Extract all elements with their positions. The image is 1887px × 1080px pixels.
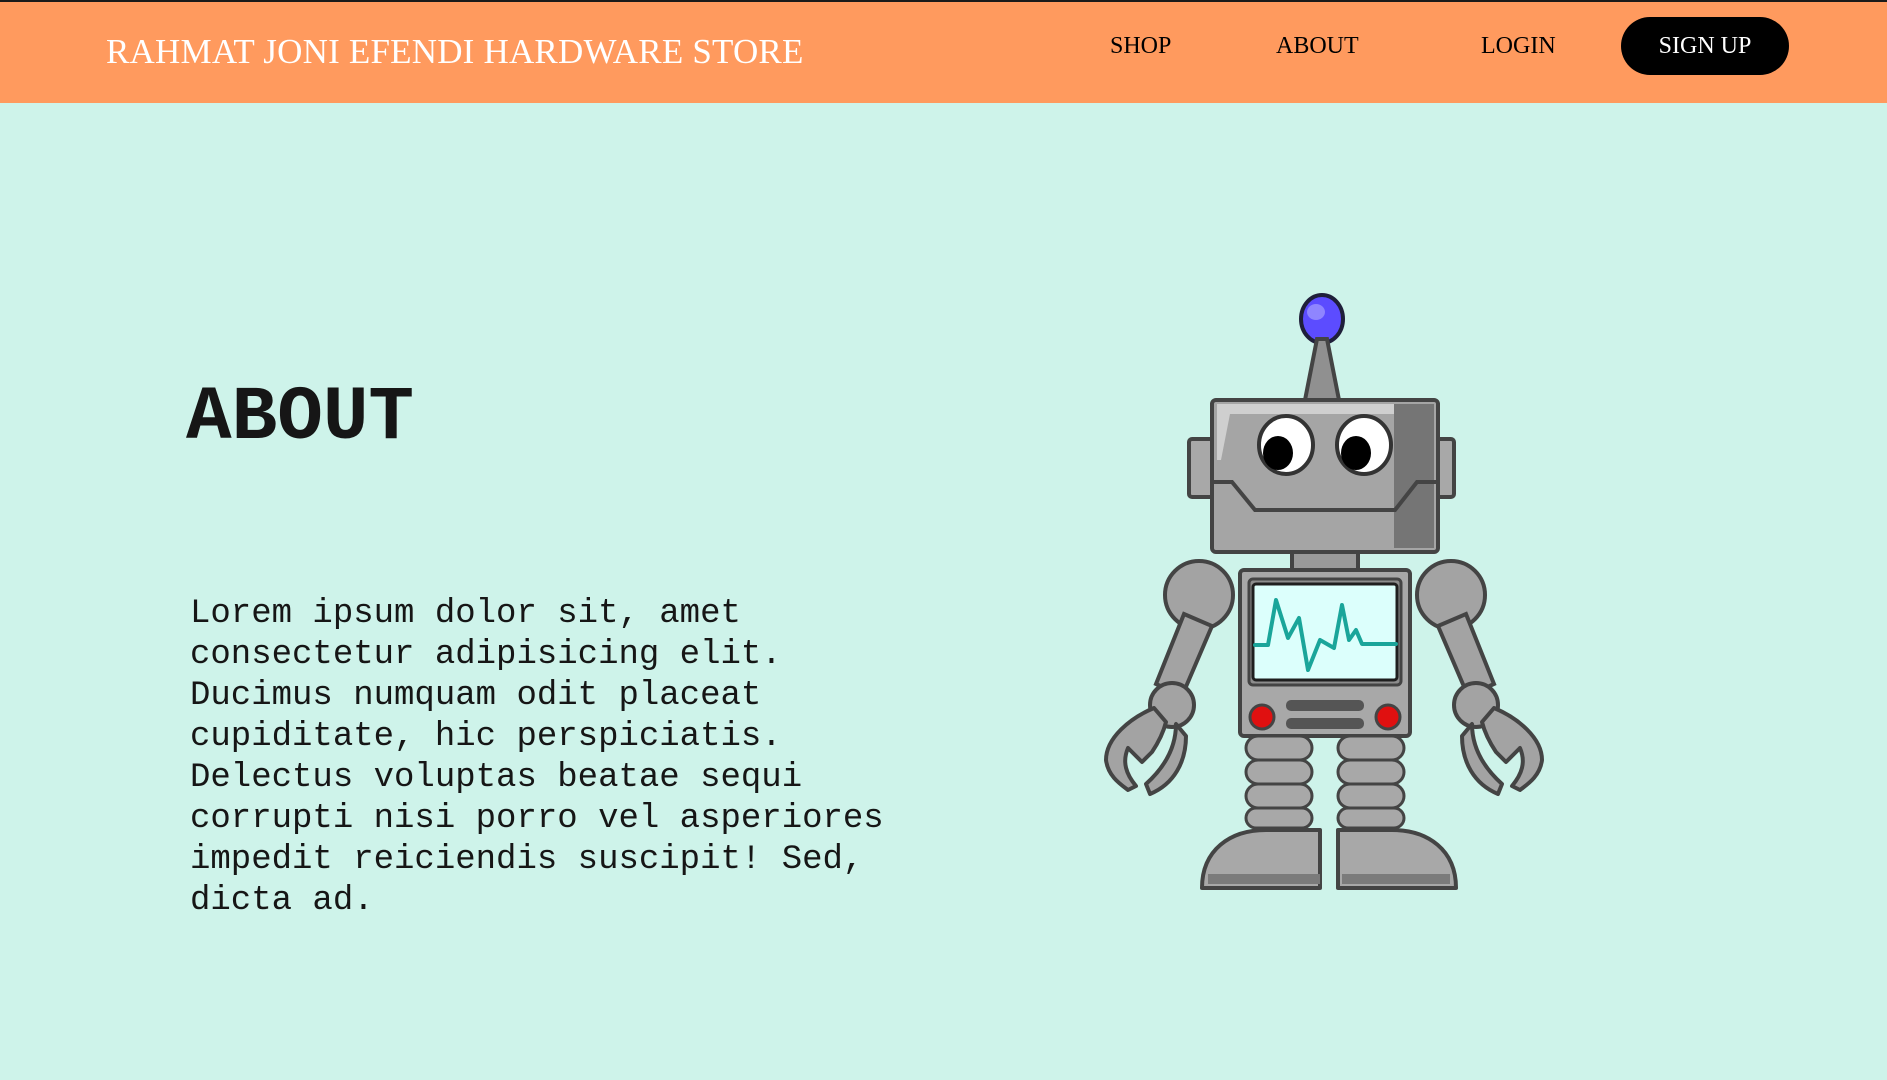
nav-link-shop[interactable]: SHOP	[1110, 33, 1171, 60]
robot-screen	[1251, 582, 1399, 682]
about-description: Lorem ipsum dolor sit, amet consectetur …	[190, 595, 884, 920]
navbar: RAHMAT JONI EFENDI HARDWARE STORE SHOP A…	[0, 2, 1887, 103]
brand-title[interactable]: RAHMAT JONI EFENDI HARDWARE STORE	[106, 32, 804, 72]
about-title: ABOUT	[186, 375, 415, 461]
signup-button[interactable]: SIGN UP	[1621, 17, 1789, 75]
nav-link-login[interactable]: LOGIN	[1481, 33, 1556, 60]
antenna-stem	[1302, 337, 1342, 402]
robot-illustration-icon	[1104, 293, 1544, 890]
nav-link-about[interactable]: ABOUT	[1276, 33, 1359, 60]
antenna-light	[1299, 293, 1345, 345]
